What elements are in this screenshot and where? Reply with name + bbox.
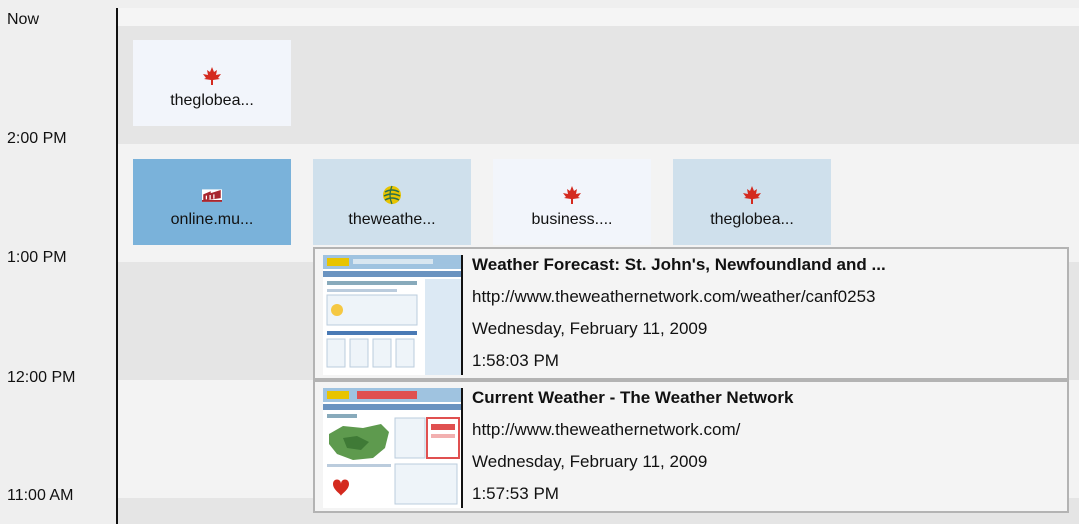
history-popup-entry[interactable]: Current Weather - The Weather Network ht… <box>313 380 1069 513</box>
maple-leaf-icon <box>742 185 762 205</box>
time-label-2pm: 2:00 PM <box>7 130 67 147</box>
maple-leaf-icon <box>202 66 222 86</box>
entry-time: 1:58:03 PM <box>472 351 559 370</box>
history-popup-entry[interactable]: Weather Forecast: St. John's, Newfoundla… <box>313 247 1069 380</box>
timeline-band <box>118 8 1079 26</box>
history-tile[interactable]: theglobea... <box>673 159 831 245</box>
time-label-12pm: 12:00 PM <box>7 369 76 386</box>
maple-leaf-icon <box>562 185 582 205</box>
entry-url: http://www.theweathernetwork.com/weather… <box>472 287 876 306</box>
tile-label: online.mu... <box>170 211 254 228</box>
tile-label: theglobea... <box>710 211 794 228</box>
history-tile[interactable]: business.... <box>493 159 651 245</box>
history-tile[interactable]: online.mu... <box>133 159 291 245</box>
page-thumbnail <box>323 388 463 508</box>
entry-title: Current Weather - The Weather Network <box>472 388 794 407</box>
time-label-11am: 11:00 AM <box>7 487 74 504</box>
tile-label: theweathe... <box>348 211 436 228</box>
time-label-now: Now <box>7 11 40 28</box>
entry-time: 1:57:53 PM <box>472 484 559 503</box>
time-label-1pm: 1:00 PM <box>7 249 67 266</box>
entry-date: Wednesday, February 11, 2009 <box>472 319 708 338</box>
page-thumbnail <box>323 255 463 375</box>
tile-label: business.... <box>531 211 613 228</box>
yellow-globe-icon <box>382 185 402 205</box>
time-column: Now 2:00 PM 1:00 PM 12:00 PM 11:00 AM <box>0 0 116 524</box>
history-tile[interactable]: theglobea... <box>133 40 291 126</box>
entry-url: http://www.theweathernetwork.com/ <box>472 420 741 439</box>
history-tile[interactable]: theweathe... <box>313 159 471 245</box>
entry-title: Weather Forecast: St. John's, Newfoundla… <box>472 255 886 274</box>
red-building-icon <box>202 185 222 205</box>
entry-date: Wednesday, February 11, 2009 <box>472 452 708 471</box>
tile-label: theglobea... <box>170 92 254 109</box>
